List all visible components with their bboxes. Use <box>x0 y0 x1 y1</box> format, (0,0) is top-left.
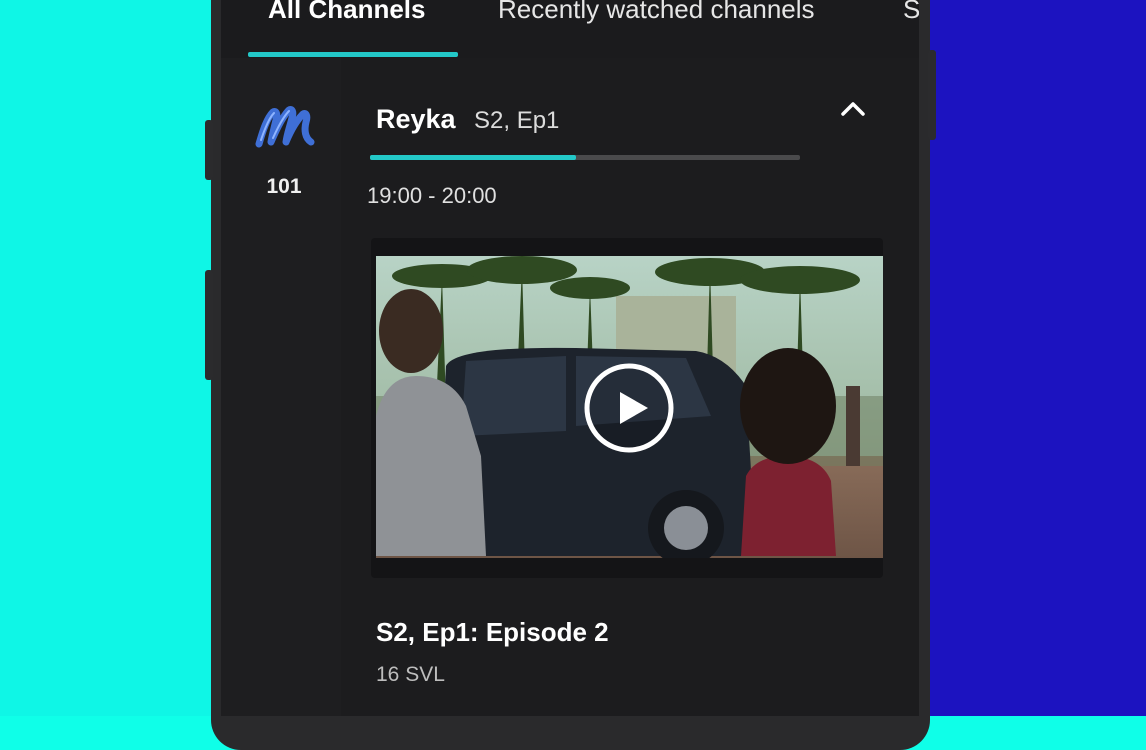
channel-column <box>221 58 341 716</box>
phone-side-button <box>205 270 213 380</box>
program-episode: S2, Ep1 <box>474 107 560 134</box>
phone-power-button <box>928 50 936 140</box>
age-rating: 16 SVL <box>376 663 445 686</box>
phone-volume-button <box>205 120 213 180</box>
left-background <box>0 0 218 716</box>
play-icon[interactable] <box>584 363 674 453</box>
active-tab-indicator <box>248 52 458 57</box>
app-screen: All Channels Recently watched channels S… <box>221 0 919 716</box>
right-background <box>920 0 1146 716</box>
program-title: Reyka <box>376 104 456 134</box>
program-progress-fill <box>370 155 577 160</box>
program-time: 19:00 - 20:00 <box>367 183 497 208</box>
channel-number: 101 <box>266 175 302 198</box>
program-progress-bar <box>370 155 800 160</box>
chevron-up-icon[interactable] <box>833 94 873 124</box>
mzansi-magic-logo-icon[interactable] <box>253 100 319 156</box>
tab-next[interactable]: S <box>903 0 919 34</box>
channel-tabs: All Channels Recently watched channels S <box>221 0 919 58</box>
episode-title: S2, Ep1: Episode 2 <box>376 617 609 647</box>
tab-all-channels[interactable]: All Channels <box>268 0 425 34</box>
tab-recently-watched[interactable]: Recently watched channels <box>498 0 815 34</box>
